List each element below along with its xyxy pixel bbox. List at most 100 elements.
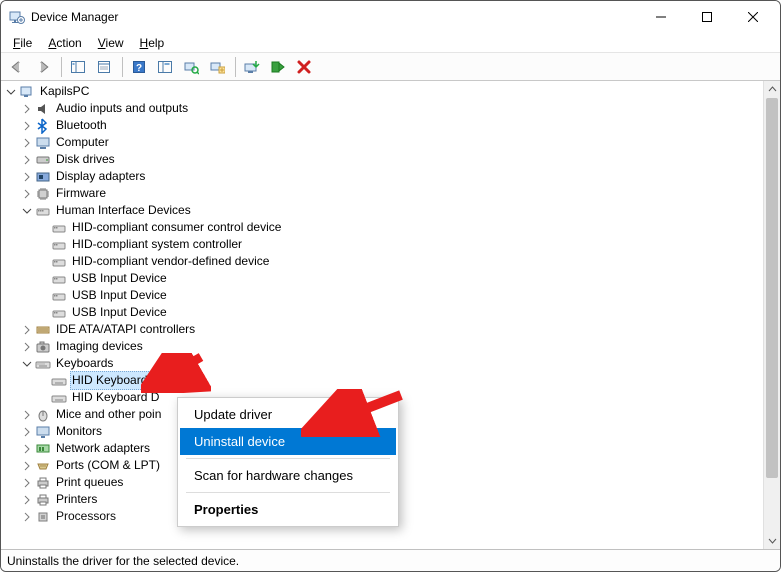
tree-label: Computer: [54, 134, 111, 151]
tree-imaging[interactable]: Imaging devices: [3, 338, 763, 355]
ctx-scan-hardware[interactable]: Scan for hardware changes: [180, 462, 396, 489]
chevron-right-icon[interactable]: [19, 475, 35, 491]
disk-icon: [35, 152, 51, 168]
tree-label: HID-compliant vendor-defined device: [70, 253, 271, 270]
chevron-right-icon[interactable]: [19, 339, 35, 355]
hid-icon: [51, 254, 67, 270]
disable-device-button[interactable]: [266, 55, 290, 79]
hid-icon: [51, 271, 67, 287]
chevron-right-icon[interactable]: [19, 458, 35, 474]
tree-computer[interactable]: Computer: [3, 134, 763, 151]
action-button[interactable]: [153, 55, 177, 79]
scroll-up-button[interactable]: [764, 81, 780, 98]
tree-hid[interactable]: Human Interface Devices: [3, 202, 763, 219]
chevron-right-icon[interactable]: [19, 152, 35, 168]
menu-help[interactable]: Help: [132, 35, 173, 51]
chevron-right-icon[interactable]: [19, 186, 35, 202]
uninstall-device-button[interactable]: [292, 55, 316, 79]
tree-audio[interactable]: Audio inputs and outputs: [3, 100, 763, 117]
tree-label: Mice and other poin: [54, 406, 163, 423]
tree-label: Monitors: [54, 423, 104, 440]
tree-hid-child[interactable]: USB Input Device: [3, 304, 763, 321]
maximize-button[interactable]: [684, 2, 730, 32]
menu-view[interactable]: View: [90, 35, 132, 51]
tree-label: Display adapters: [54, 168, 147, 185]
tree-ide[interactable]: IDE ATA/ATAPI controllers: [3, 321, 763, 338]
tree-label: HID Keyboard D: [70, 389, 161, 406]
window-title: Device Manager: [31, 10, 118, 24]
separator: [186, 458, 390, 459]
tree-display[interactable]: Display adapters: [3, 168, 763, 185]
help-button[interactable]: ?: [127, 55, 151, 79]
network-icon: [35, 441, 51, 457]
update-driver-button[interactable]: [240, 55, 264, 79]
printer-icon: [35, 475, 51, 491]
display-adapter-icon: [35, 169, 51, 185]
chevron-right-icon[interactable]: [19, 441, 35, 457]
ide-icon: [35, 322, 51, 338]
tree-hid-child[interactable]: USB Input Device: [3, 270, 763, 287]
menu-file[interactable]: File: [5, 35, 40, 51]
tree-hid-child[interactable]: HID-compliant consumer control device: [3, 219, 763, 236]
chevron-right-icon[interactable]: [19, 101, 35, 117]
tree-label: HID-compliant consumer control device: [70, 219, 283, 236]
ctx-uninstall-device[interactable]: Uninstall device: [180, 428, 396, 455]
tree-root[interactable]: KapilsPC: [3, 83, 763, 100]
ctx-update-driver[interactable]: Update driver: [180, 401, 396, 428]
tree-hid-child[interactable]: HID-compliant system controller: [3, 236, 763, 253]
tree-label: Imaging devices: [54, 338, 145, 355]
properties-button[interactable]: [92, 55, 116, 79]
ctx-properties[interactable]: Properties: [180, 496, 396, 523]
camera-icon: [35, 339, 51, 355]
tree-diskdrives[interactable]: Disk drives: [3, 151, 763, 168]
computer-root-icon: [19, 84, 35, 100]
scan-hardware-button[interactable]: [179, 55, 203, 79]
chevron-right-icon[interactable]: [19, 492, 35, 508]
tree-label: Ports (COM & LPT): [54, 457, 162, 474]
printer-icon: [35, 492, 51, 508]
chevron-down-icon[interactable]: [19, 203, 35, 219]
close-button[interactable]: [730, 2, 776, 32]
minimize-button[interactable]: [638, 2, 684, 32]
toolbar: ?: [1, 53, 780, 81]
scroll-thumb[interactable]: [766, 98, 778, 478]
tree-hid-child[interactable]: USB Input Device: [3, 287, 763, 304]
forward-button[interactable]: [31, 55, 55, 79]
tree-label: Print queues: [54, 474, 125, 491]
menubar: File Action View Help: [1, 33, 780, 53]
tree-label: HID-compliant system controller: [70, 236, 244, 253]
chevron-down-icon[interactable]: [19, 356, 35, 372]
cpu-icon: [35, 509, 51, 525]
chevron-down-icon[interactable]: [3, 84, 19, 100]
context-menu: Update driver Uninstall device Scan for …: [177, 397, 399, 527]
chevron-right-icon[interactable]: [19, 509, 35, 525]
chevron-right-icon[interactable]: [19, 407, 35, 423]
tree-kb-child-selected[interactable]: HID Keyboard D: [3, 372, 763, 389]
chip-icon: [35, 186, 51, 202]
menu-view-rest: iew: [106, 36, 124, 50]
titlebar: Device Manager: [1, 1, 780, 33]
separator: [186, 492, 390, 493]
chevron-right-icon[interactable]: [19, 424, 35, 440]
chevron-right-icon[interactable]: [19, 322, 35, 338]
chevron-right-icon[interactable]: [19, 135, 35, 151]
keyboard-icon: [51, 373, 67, 389]
add-legacy-button[interactable]: [205, 55, 229, 79]
tree-hid-child[interactable]: HID-compliant vendor-defined device: [3, 253, 763, 270]
hid-icon: [51, 220, 67, 236]
back-button[interactable]: [5, 55, 29, 79]
show-hide-tree-button[interactable]: [66, 55, 90, 79]
menu-action[interactable]: Action: [40, 35, 89, 51]
status-text: Uninstalls the driver for the selected d…: [7, 554, 239, 568]
tree-label: Audio inputs and outputs: [54, 100, 190, 117]
scroll-down-button[interactable]: [764, 532, 780, 549]
tree-bluetooth[interactable]: Bluetooth: [3, 117, 763, 134]
vertical-scrollbar[interactable]: [763, 81, 780, 549]
tree-firmware[interactable]: Firmware: [3, 185, 763, 202]
hid-icon: [35, 203, 51, 219]
tree-keyboards[interactable]: Keyboards: [3, 355, 763, 372]
mouse-icon: [35, 407, 51, 423]
chevron-right-icon[interactable]: [19, 118, 35, 134]
chevron-right-icon[interactable]: [19, 169, 35, 185]
hid-icon: [51, 305, 67, 321]
